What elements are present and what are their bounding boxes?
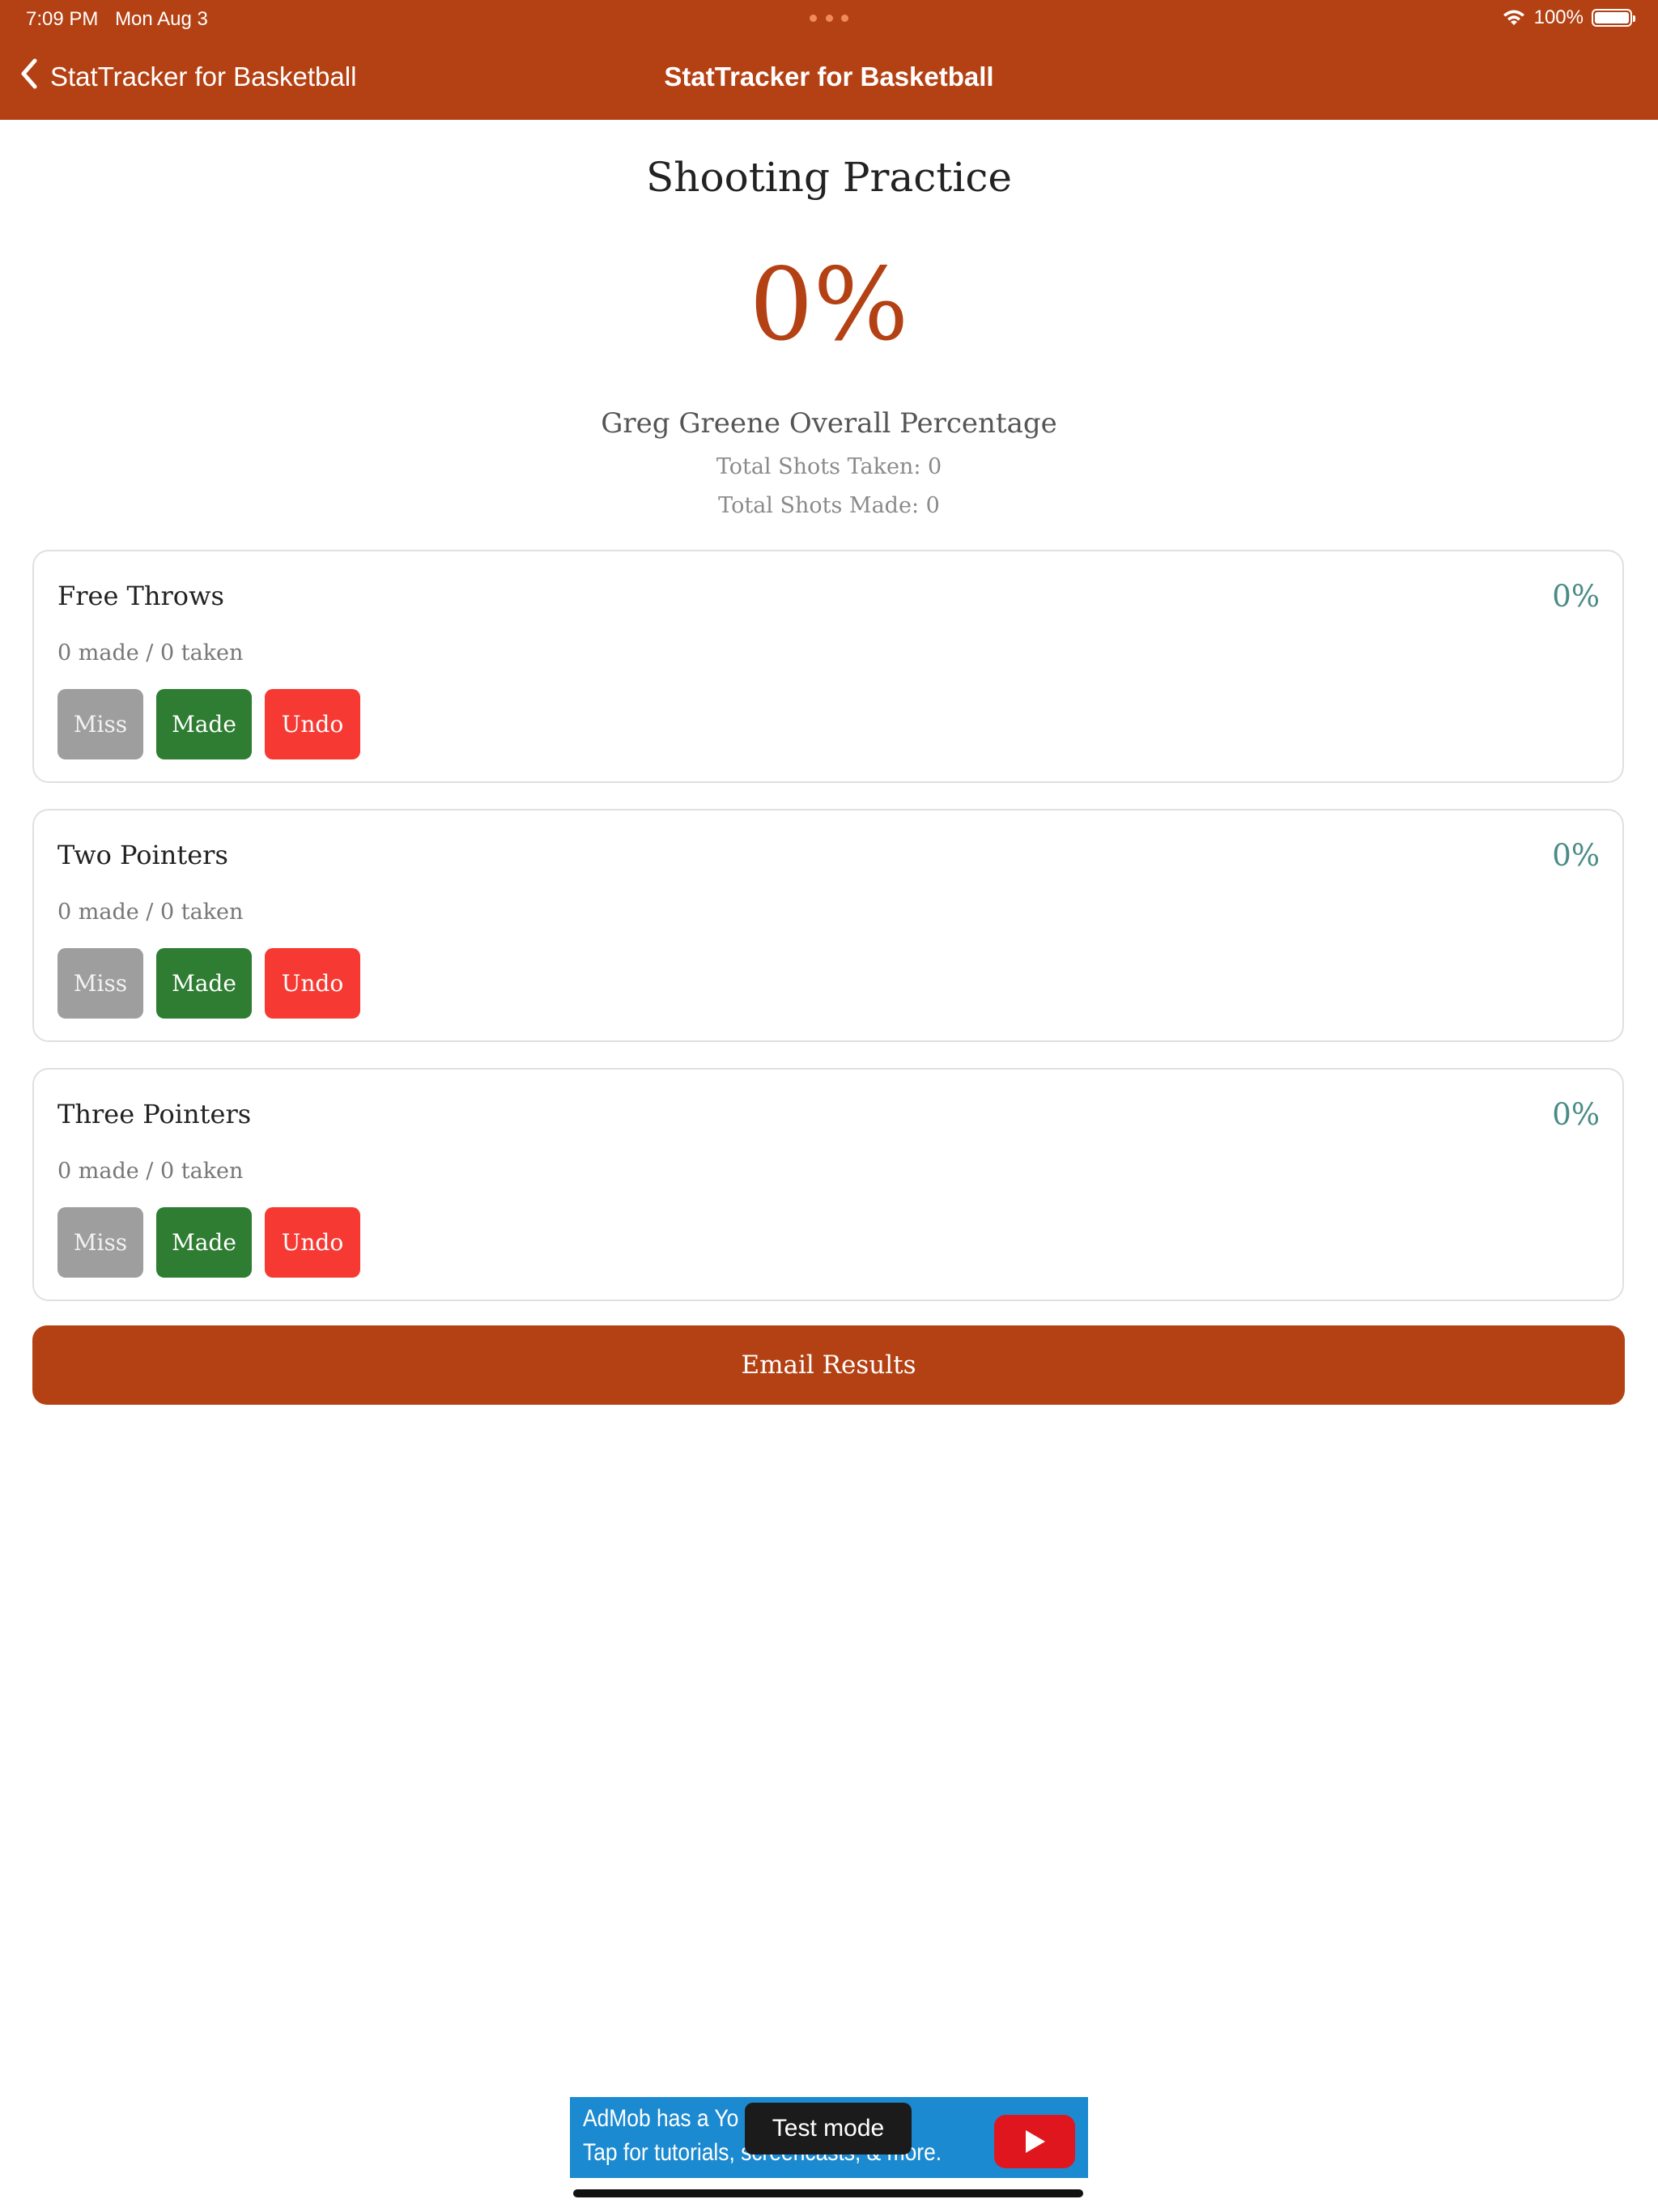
ad-line-1: AdMob has a Yo: [583, 2105, 739, 2132]
status-bar: 7:09 PM Mon Aug 3 100%: [0, 0, 1658, 40]
multitasking-dots-icon[interactable]: [810, 5, 848, 22]
card-buttons: Miss Made Undo: [57, 1207, 360, 1278]
shot-card-free-throws: Free Throws 0% 0 made / 0 taken Miss Mad…: [32, 550, 1624, 783]
undo-button[interactable]: Undo: [265, 1207, 360, 1278]
battery-icon: [1592, 9, 1635, 27]
made-button[interactable]: Made: [156, 689, 252, 759]
status-indicators: 100%: [1502, 6, 1635, 29]
wifi-icon: [1502, 9, 1526, 27]
total-shots-made: Total Shots Made: 0: [718, 493, 940, 518]
card-buttons: Miss Made Undo: [57, 689, 360, 759]
total-shots-taken: Total Shots Taken: 0: [716, 454, 942, 479]
card-summary: 0 made / 0 taken: [57, 640, 244, 666]
status-time: 7:09 PM Mon Aug 3: [26, 8, 208, 31]
miss-button[interactable]: Miss: [57, 948, 143, 1019]
card-summary: 0 made / 0 taken: [57, 900, 244, 925]
email-results-button[interactable]: Email Results: [32, 1325, 1625, 1405]
overall-percentage-label: Greg Greene Overall Percentage: [601, 407, 1057, 440]
card-percentage: 0%: [1552, 579, 1600, 614]
miss-button[interactable]: Miss: [57, 1207, 143, 1278]
page-title: Shooting Practice: [646, 154, 1012, 201]
card-title: Free Throws: [57, 581, 224, 611]
undo-button[interactable]: Undo: [265, 948, 360, 1019]
status-clock: 7:09 PM: [26, 8, 99, 30]
made-button[interactable]: Made: [156, 1207, 252, 1278]
test-mode-badge: Test mode: [745, 2103, 912, 2155]
app-header: 7:09 PM Mon Aug 3 100% StatTracker for B…: [0, 0, 1658, 120]
nav-title: StatTracker for Basketball: [664, 62, 994, 91]
overall-percentage: 0%: [749, 247, 909, 364]
status-date: Mon Aug 3: [115, 8, 208, 30]
battery-percentage: 100%: [1533, 6, 1584, 28]
miss-button[interactable]: Miss: [57, 689, 143, 759]
card-buttons: Miss Made Undo: [57, 948, 360, 1019]
card-percentage: 0%: [1552, 1097, 1600, 1132]
undo-button[interactable]: Undo: [265, 689, 360, 759]
home-indicator[interactable]: [573, 2189, 1083, 2197]
card-title: Three Pointers: [57, 1099, 252, 1129]
play-icon: [994, 2115, 1075, 2168]
card-title: Two Pointers: [57, 840, 228, 870]
shot-card-two-pointers: Two Pointers 0% 0 made / 0 taken Miss Ma…: [32, 809, 1624, 1042]
shot-card-three-pointers: Three Pointers 0% 0 made / 0 taken Miss …: [32, 1068, 1624, 1301]
card-summary: 0 made / 0 taken: [57, 1159, 244, 1184]
made-button[interactable]: Made: [156, 948, 252, 1019]
card-percentage: 0%: [1552, 838, 1600, 873]
